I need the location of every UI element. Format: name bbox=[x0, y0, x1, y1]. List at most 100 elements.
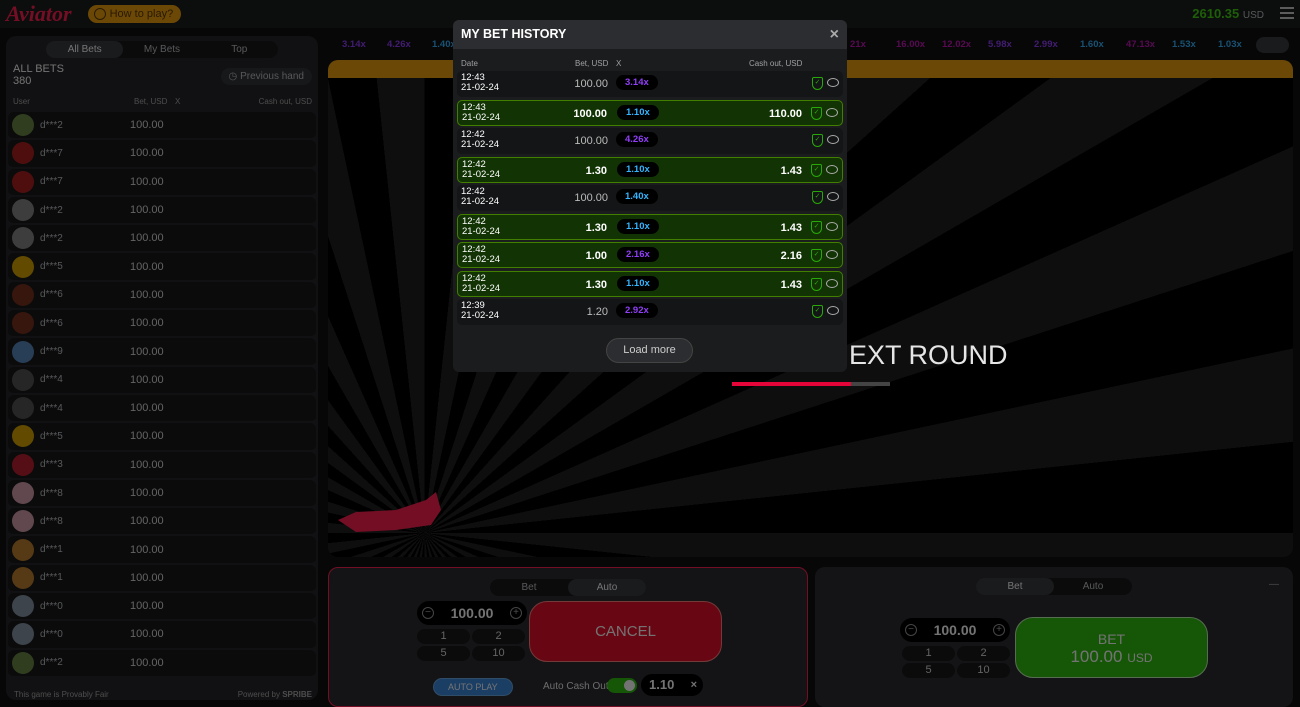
provably-fair-shield-icon[interactable]: ✓ bbox=[812, 134, 823, 147]
quick-10[interactable]: 10 bbox=[957, 663, 1010, 678]
clear-icon[interactable]: × bbox=[691, 674, 697, 696]
provably-fair-shield-icon[interactable]: ✓ bbox=[811, 163, 822, 177]
avatar bbox=[12, 623, 34, 646]
balance-value: 2610.35 bbox=[1192, 6, 1240, 21]
table-row: d***9 100.00 bbox=[8, 338, 316, 367]
cashout-amount: 1.43 bbox=[780, 221, 802, 234]
plus-icon[interactable]: + bbox=[992, 624, 1005, 636]
provably-fair-shield-icon[interactable]: ✓ bbox=[812, 77, 823, 90]
chat-icon[interactable] bbox=[826, 221, 838, 231]
load-more-button[interactable]: Load more bbox=[606, 338, 693, 363]
quick-2[interactable]: 2 bbox=[472, 629, 525, 644]
table-row: d***3 100.00 bbox=[8, 451, 316, 480]
auto-play-button[interactable]: AUTO PLAY bbox=[433, 678, 513, 696]
remove-panel-button[interactable]: — bbox=[1269, 579, 1279, 590]
provably-fair-shield-icon[interactable]: ✓ bbox=[811, 277, 822, 291]
user-name: d***7 bbox=[40, 147, 63, 159]
bet-amount: 100.00 bbox=[574, 135, 608, 147]
chat-icon[interactable] bbox=[827, 306, 839, 315]
tab-bet[interactable]: Bet bbox=[490, 579, 568, 596]
table-row: d***0 100.00 bbox=[8, 621, 316, 650]
minus-icon[interactable]: − bbox=[905, 624, 917, 636]
bet-amount: 1.30 bbox=[585, 221, 607, 234]
bet-amount: 100.00 bbox=[130, 260, 164, 273]
quick-10[interactable]: 10 bbox=[472, 646, 525, 661]
auto-cash-out-input[interactable]: 1.10 × bbox=[641, 674, 703, 696]
bet-date: 21-02-24 bbox=[462, 225, 501, 237]
avatar bbox=[12, 651, 34, 674]
bet-date: 21-02-24 bbox=[462, 111, 501, 123]
bet-button[interactable]: BET 100.00 USD bbox=[1015, 617, 1208, 678]
plus-icon[interactable]: + bbox=[509, 607, 522, 619]
chat-icon[interactable] bbox=[827, 78, 839, 87]
multiplier-item: 2.99x bbox=[1034, 39, 1058, 50]
auto-cash-out-toggle[interactable] bbox=[607, 678, 637, 693]
bet-amount-stepper[interactable]: − 100.00 + bbox=[900, 618, 1010, 642]
quick-1[interactable]: 1 bbox=[417, 629, 470, 644]
chat-icon[interactable] bbox=[826, 164, 838, 174]
menu-icon[interactable] bbox=[1280, 7, 1294, 19]
multiplier-item: 5.98x bbox=[988, 39, 1012, 50]
bet-amount: 1.00 bbox=[585, 250, 607, 262]
minus-icon[interactable]: − bbox=[422, 607, 434, 619]
bet-amount: 100.00 bbox=[130, 656, 164, 669]
tab-bet[interactable]: Bet bbox=[976, 578, 1054, 595]
how-to-play-button[interactable]: How to play? bbox=[87, 5, 182, 23]
cashout-amount: 1.43 bbox=[780, 164, 802, 177]
table-row: d***6 100.00 bbox=[8, 281, 316, 311]
avatar bbox=[12, 397, 34, 420]
user-name: d***9 bbox=[40, 346, 63, 358]
table-row: d***4 100.00 bbox=[8, 394, 316, 424]
table-row: d***2 100.00 bbox=[8, 225, 316, 254]
provably-fair-shield-icon[interactable]: ✓ bbox=[812, 305, 823, 318]
all-bets-count: 380 bbox=[13, 75, 32, 87]
next-round-progress bbox=[732, 382, 890, 386]
provably-fair-shield-icon[interactable]: ✓ bbox=[811, 220, 822, 234]
bet-amount: 100.00 bbox=[130, 317, 164, 330]
close-icon[interactable]: × bbox=[830, 20, 839, 49]
history-toggle-button[interactable] bbox=[1256, 37, 1289, 53]
quick-5[interactable]: 5 bbox=[417, 646, 470, 661]
provably-fair-shield-icon[interactable]: ✓ bbox=[811, 106, 822, 120]
provably-fair-shield-icon[interactable]: ✓ bbox=[811, 249, 822, 262]
bet-amount: 1.30 bbox=[585, 278, 607, 291]
user-name: d***8 bbox=[40, 487, 63, 499]
previous-hand-label: Previous hand bbox=[240, 71, 304, 82]
bet-amount[interactable]: 100.00 bbox=[934, 622, 977, 638]
chat-icon[interactable] bbox=[827, 135, 839, 144]
user-name: d***5 bbox=[40, 430, 63, 442]
user-name: d***1 bbox=[40, 544, 63, 556]
cashout-amount: 2.16 bbox=[780, 250, 802, 262]
col-x: X bbox=[175, 97, 181, 106]
avatar bbox=[12, 312, 34, 335]
provably-fair-link[interactable]: Provably Fair bbox=[62, 690, 109, 699]
bet-amount-stepper[interactable]: − 100.00 + bbox=[417, 601, 527, 625]
chat-icon[interactable] bbox=[827, 192, 839, 201]
cancel-button[interactable]: CANCEL bbox=[529, 601, 722, 662]
history-row: 12:42 21-02-24 100.00 4.26x ✓ bbox=[457, 128, 843, 154]
tab-auto[interactable]: Auto bbox=[1054, 578, 1132, 595]
how-to-play-label: How to play? bbox=[109, 8, 174, 20]
quick-5[interactable]: 5 bbox=[902, 663, 955, 678]
avatar bbox=[12, 114, 34, 137]
chat-icon[interactable] bbox=[826, 250, 838, 259]
history-row: 12:43 21-02-24 100.00 1.10x 110.00 ✓ bbox=[457, 99, 843, 126]
tab-auto[interactable]: Auto bbox=[568, 579, 646, 596]
quick-1[interactable]: 1 bbox=[902, 646, 955, 661]
multiplier-item: 47.13x bbox=[1126, 39, 1156, 50]
bet-amount[interactable]: 100.00 bbox=[451, 605, 494, 621]
quick-2[interactable]: 2 bbox=[957, 646, 1010, 661]
user-name: d***1 bbox=[40, 572, 63, 584]
avatar bbox=[12, 255, 34, 278]
avatar bbox=[12, 199, 34, 222]
avatar bbox=[12, 566, 34, 589]
provably-fair-shield-icon[interactable]: ✓ bbox=[812, 191, 823, 204]
chat-icon[interactable] bbox=[826, 107, 838, 117]
multiplier-item: 1.60x bbox=[1080, 39, 1104, 50]
previous-hand-button[interactable]: ◷ Previous hand bbox=[220, 68, 312, 85]
chat-icon[interactable] bbox=[826, 278, 838, 288]
bet-amount: 100.00 bbox=[130, 458, 164, 471]
user-name: d***7 bbox=[40, 176, 63, 188]
bet-amount: 100.00 bbox=[130, 373, 164, 386]
col-bet: Bet, USD bbox=[575, 59, 609, 68]
